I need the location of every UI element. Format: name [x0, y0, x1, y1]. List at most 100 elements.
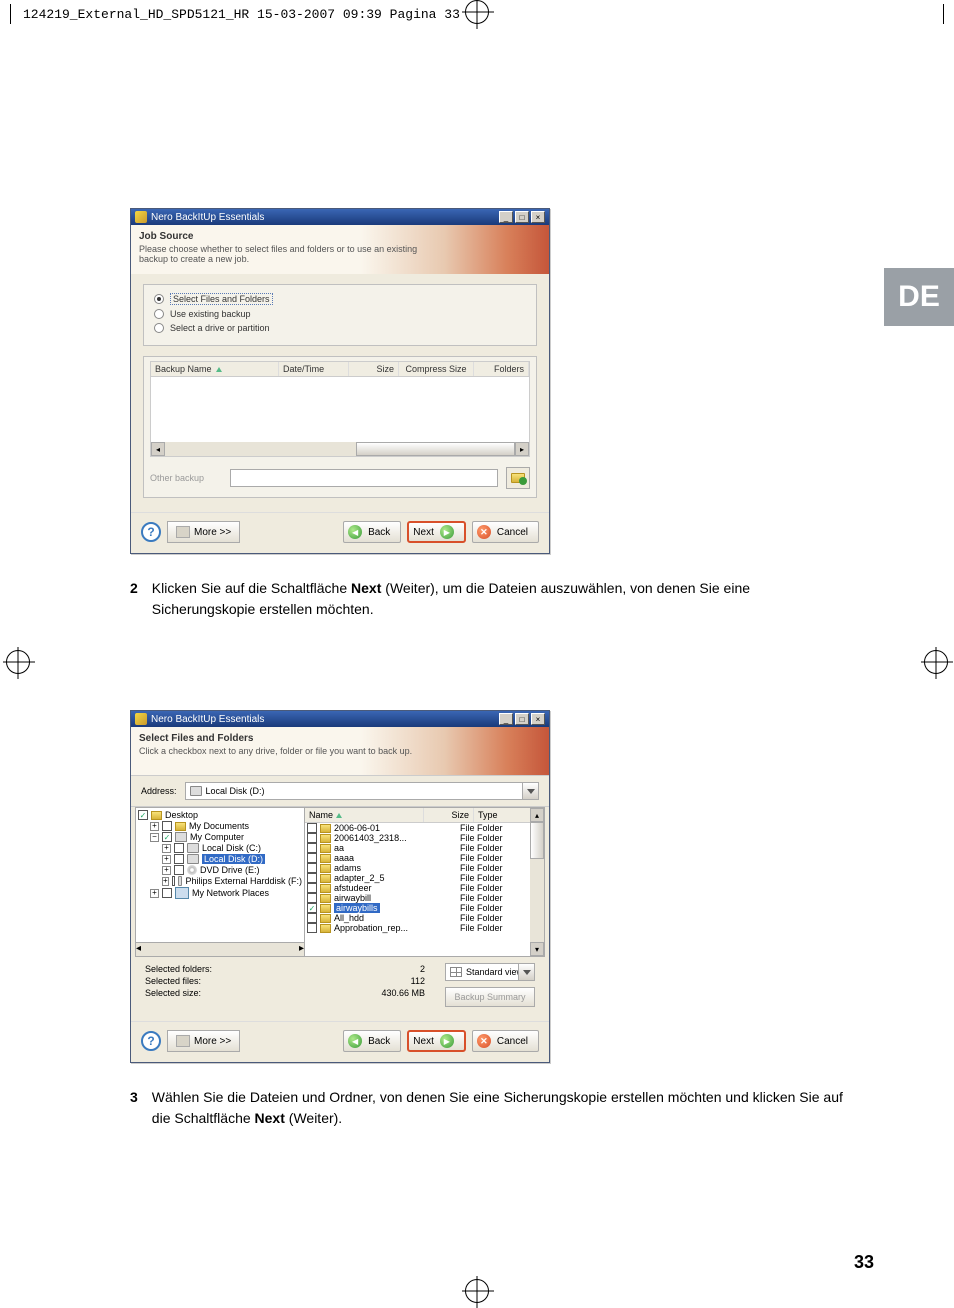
titlebar[interactable]: Nero BackItUp Essentials _ □ × — [131, 711, 549, 727]
tree-item-network[interactable]: My Network Places — [192, 888, 269, 898]
tree-item-c[interactable]: Local Disk (C:) — [202, 843, 261, 853]
more-button[interactable]: More >> — [167, 1030, 240, 1052]
list-item[interactable]: adamsFile Folder — [305, 863, 530, 873]
scroll-right-button[interactable]: ▸ — [299, 943, 304, 956]
registration-mark-bottom — [465, 1279, 489, 1303]
file-checkbox[interactable] — [307, 853, 317, 863]
list-item[interactable]: 2006-06-01File Folder — [305, 823, 530, 833]
file-checkbox[interactable] — [307, 883, 317, 893]
tree-checkbox[interactable] — [162, 832, 172, 842]
help-icon[interactable]: ? — [141, 522, 161, 542]
file-checkbox[interactable] — [307, 843, 317, 853]
backup-list-header[interactable]: Backup Name Date/Time Size Compress Size… — [150, 361, 530, 377]
scroll-up-button[interactable]: ▴ — [530, 808, 544, 822]
file-checkbox[interactable] — [307, 873, 317, 883]
step-2-instruction: 2 Klicken Sie auf die Schaltfläche Next … — [130, 578, 850, 620]
col-name[interactable]: Name — [305, 808, 424, 822]
other-backup-input[interactable] — [230, 469, 498, 487]
file-checkbox[interactable] — [307, 833, 317, 843]
close-button[interactable]: × — [531, 713, 545, 725]
expand-button[interactable]: + — [162, 855, 171, 864]
file-checkbox[interactable] — [307, 893, 317, 903]
scroll-down-button[interactable]: ▾ — [530, 942, 544, 956]
tree-item-e[interactable]: DVD Drive (E:) — [200, 865, 260, 875]
address-combo[interactable]: Local Disk (D:) — [185, 782, 539, 800]
backup-summary-button[interactable]: Backup Summary — [445, 987, 535, 1007]
tree-item-mydocs[interactable]: My Documents — [189, 821, 249, 831]
list-item[interactable]: adapter_2_5File Folder — [305, 873, 530, 883]
tree-checkbox[interactable] — [174, 865, 184, 875]
list-item[interactable]: Approbation_rep...File Folder — [305, 923, 530, 933]
radio-drive-partition-label: Select a drive or partition — [170, 323, 270, 333]
tree-item-desktop[interactable]: Desktop — [165, 810, 198, 820]
cancel-button[interactable]: ✕Cancel — [472, 1030, 539, 1052]
help-icon[interactable]: ? — [141, 1031, 161, 1051]
more-icon — [176, 526, 190, 538]
dropdown-button[interactable] — [518, 964, 534, 980]
registration-mark-right — [924, 650, 948, 674]
dropdown-button[interactable] — [522, 783, 538, 799]
list-item[interactable]: airwaybillsFile Folder — [305, 903, 530, 913]
back-button[interactable]: ◀Back — [343, 521, 401, 543]
collapse-button[interactable]: − — [150, 833, 159, 842]
col-backup-name: Backup Name — [155, 364, 212, 374]
list-item[interactable]: afstudeerFile Folder — [305, 883, 530, 893]
list-item[interactable]: 20061403_2318...File Folder — [305, 833, 530, 843]
tree-checkbox[interactable] — [162, 888, 172, 898]
tree-checkbox[interactable] — [174, 843, 184, 853]
folder-icon — [320, 894, 331, 903]
backup-list-body[interactable]: ◂ ▸ — [150, 377, 530, 457]
view-combo[interactable]: Standard view — [445, 963, 535, 981]
browse-button[interactable] — [506, 467, 530, 489]
folder-icon — [320, 904, 331, 913]
horizontal-scrollbar[interactable]: ◂ ▸ — [151, 442, 529, 456]
tree-item-f[interactable]: Philips External Harddisk (F:) — [185, 876, 302, 886]
radio-select-files[interactable] — [154, 294, 164, 304]
tree-checkbox[interactable] — [174, 854, 184, 864]
file-checkbox[interactable] — [307, 823, 317, 833]
minimize-button[interactable]: _ — [499, 211, 513, 223]
radio-existing-backup[interactable] — [154, 309, 164, 319]
expand-button[interactable]: + — [162, 877, 169, 886]
maximize-button[interactable]: □ — [515, 211, 529, 223]
file-checkbox[interactable] — [307, 903, 317, 913]
file-name: Approbation_rep... — [334, 923, 408, 933]
tree-horizontal-scrollbar[interactable]: ◂ ▸ — [135, 943, 305, 957]
file-checkbox[interactable] — [307, 923, 317, 933]
tree-checkbox[interactable] — [162, 821, 172, 831]
file-checkbox[interactable] — [307, 863, 317, 873]
file-checkbox[interactable] — [307, 913, 317, 923]
cancel-button[interactable]: ✕Cancel — [472, 521, 539, 543]
list-item[interactable]: aaaaFile Folder — [305, 853, 530, 863]
col-size[interactable]: Size — [424, 808, 474, 822]
vertical-scrollbar[interactable]: ▴ ▾ — [530, 808, 544, 956]
scroll-thumb[interactable] — [356, 442, 515, 456]
next-button[interactable]: Next▶ — [407, 521, 466, 543]
more-button[interactable]: More >> — [167, 521, 240, 543]
scroll-left-button[interactable]: ◂ — [151, 442, 165, 456]
tree-item-mycomp[interactable]: My Computer — [190, 832, 244, 842]
folder-tree[interactable]: Desktop + My Documents − My Computer + Loca… — [135, 807, 305, 943]
tree-checkbox[interactable] — [138, 810, 148, 820]
titlebar[interactable]: Nero BackItUp Essentials _ □ × — [131, 209, 549, 225]
list-item[interactable]: airwaybillFile Folder — [305, 893, 530, 903]
scroll-right-button[interactable]: ▸ — [515, 442, 529, 456]
expand-button[interactable]: + — [150, 822, 159, 831]
folder-icon — [320, 844, 331, 853]
list-item[interactable]: aaFile Folder — [305, 843, 530, 853]
expand-button[interactable]: + — [150, 889, 159, 898]
file-type: File Folder — [460, 833, 530, 843]
scroll-thumb[interactable] — [530, 822, 544, 859]
radio-drive-partition[interactable] — [154, 323, 164, 333]
back-button[interactable]: ◀Back — [343, 1030, 401, 1052]
expand-button[interactable]: + — [162, 866, 171, 875]
minimize-button[interactable]: _ — [499, 713, 513, 725]
list-item[interactable]: All_hddFile Folder — [305, 913, 530, 923]
tree-item-d[interactable]: Local Disk (D:) — [202, 854, 265, 864]
expand-button[interactable]: + — [162, 844, 171, 853]
maximize-button[interactable]: □ — [515, 713, 529, 725]
close-button[interactable]: × — [531, 211, 545, 223]
next-button[interactable]: Next▶ — [407, 1030, 466, 1052]
tree-checkbox[interactable] — [172, 876, 176, 886]
file-list[interactable]: Name Size Type 2006-06-01File Folder2006… — [305, 807, 545, 957]
